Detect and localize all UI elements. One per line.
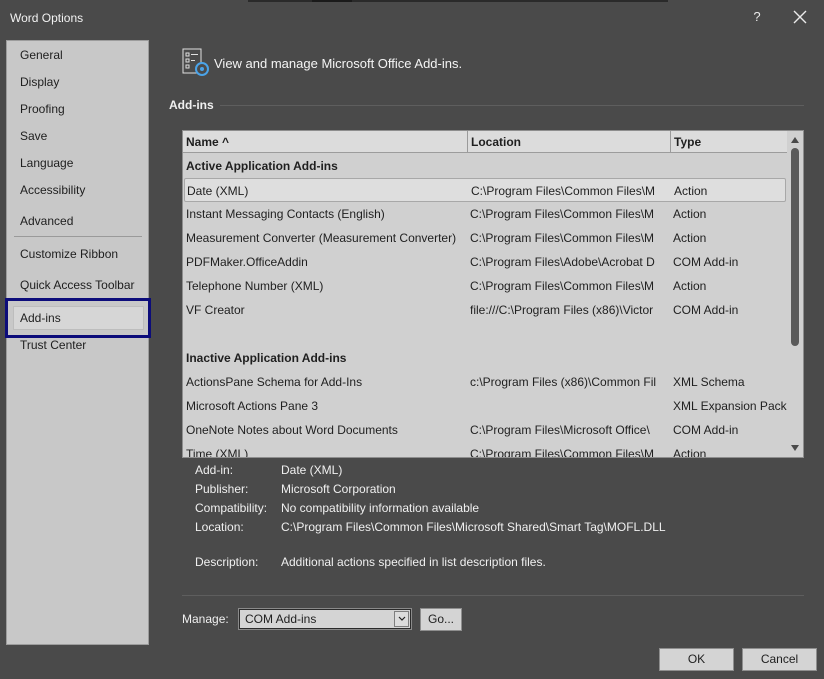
- row-location: C:\Program Files\Microsoft Office\: [470, 423, 650, 437]
- row-name: ActionsPane Schema for Add-Ins: [186, 375, 363, 389]
- sidebar-item-general[interactable]: General: [20, 48, 63, 62]
- row-type: XML Expansion Pack: [673, 399, 787, 413]
- sidebar-divider: [14, 236, 142, 237]
- column-header-location[interactable]: Location: [468, 131, 671, 152]
- sidebar-item-add-ins[interactable]: Add-ins: [20, 311, 61, 325]
- table-row[interactable]: PDFMaker.OfficeAddin C:\Program Files\Ad…: [183, 250, 787, 274]
- sidebar-item-save[interactable]: Save: [20, 129, 47, 143]
- title-bar-edge-dark: [312, 0, 352, 2]
- sidebar-item-proofing[interactable]: Proofing: [20, 102, 65, 116]
- row-name: Date (XML): [187, 184, 249, 198]
- row-type: Action: [673, 447, 707, 458]
- column-header-type[interactable]: Type: [671, 131, 787, 152]
- scroll-down-arrow-icon[interactable]: [791, 445, 799, 451]
- row-name: Time (XML): [186, 447, 249, 458]
- publisher-value: Microsoft Corporation: [281, 482, 396, 496]
- add-ins-list[interactable]: Name ^ Location Type Active Application …: [182, 130, 804, 458]
- row-type: Action: [673, 231, 707, 245]
- row-location: C:\Program Files\Common Files\M: [470, 207, 655, 221]
- manage-divider: [182, 595, 804, 596]
- table-row[interactable]: Instant Messaging Contacts (English) C:\…: [183, 202, 787, 226]
- options-sidebar: General Display Proofing Save Language A…: [5, 40, 151, 645]
- location-label: Location:: [195, 520, 244, 534]
- sidebar-item-quick-access-toolbar[interactable]: Quick Access Toolbar: [20, 278, 135, 292]
- row-type: XML Schema: [673, 375, 745, 389]
- row-type: COM Add-in: [673, 423, 739, 437]
- sidebar-item-advanced[interactable]: Advanced: [20, 214, 73, 228]
- row-location: C:\Program Files\Common Files\M: [471, 184, 656, 198]
- go-button[interactable]: Go...: [420, 608, 462, 631]
- table-row[interactable]: Date (XML) C:\Program Files\Common Files…: [184, 178, 786, 202]
- row-location: C:\Program Files\Common Files\M: [470, 447, 655, 458]
- section-title: Add-ins: [169, 98, 214, 112]
- row-name: Measurement Converter (Measurement Conve…: [186, 231, 457, 245]
- sidebar-item-customize-ribbon[interactable]: Customize Ribbon: [20, 247, 118, 261]
- table-row[interactable]: Measurement Converter (Measurement Conve…: [183, 226, 787, 250]
- compatibility-label: Compatibility:: [195, 501, 268, 515]
- description-value: Additional actions specified in list des…: [281, 555, 546, 569]
- page-heading: View and manage Microsoft Office Add-ins…: [214, 56, 463, 71]
- cancel-button[interactable]: Cancel: [742, 648, 817, 671]
- row-name: PDFMaker.OfficeAddin: [186, 255, 308, 269]
- scroll-up-arrow-icon[interactable]: [791, 137, 799, 143]
- group-heading-inactive: Inactive Application Add-ins: [186, 351, 347, 365]
- row-location: file:///C:\Program Files (x86)\Victor: [470, 303, 654, 317]
- row-location: C:\Program Files\Adobe\Acrobat D: [470, 255, 655, 269]
- row-type: Action: [674, 184, 708, 198]
- dialog-title: Word Options: [10, 11, 84, 25]
- table-row[interactable]: VF Creator file:///C:\Program Files (x86…: [183, 298, 787, 322]
- table-row[interactable]: Telephone Number (XML) C:\Program Files\…: [183, 274, 787, 298]
- section-divider: [220, 105, 804, 106]
- table-row[interactable]: Microsoft Actions Pane 3 XML Expansion P…: [183, 394, 787, 418]
- close-icon: [793, 10, 807, 24]
- sidebar-item-display[interactable]: Display: [20, 75, 59, 89]
- title-bar-edge: [248, 0, 668, 2]
- addin-value: Date (XML): [281, 463, 343, 477]
- column-header-name[interactable]: Name ^: [183, 131, 468, 152]
- scroll-thumb[interactable]: [791, 148, 799, 346]
- publisher-label: Publisher:: [195, 482, 249, 496]
- row-location: c:\Program Files (x86)\Common Fil: [470, 375, 657, 389]
- sidebar-item-accessibility[interactable]: Accessibility: [20, 183, 85, 197]
- table-row[interactable]: OneNote Notes about Word Documents C:\Pr…: [183, 418, 787, 442]
- list-header: Name ^ Location Type: [183, 131, 787, 153]
- row-type: Action: [673, 279, 707, 293]
- row-name: Telephone Number (XML): [186, 279, 324, 293]
- row-name: Microsoft Actions Pane 3: [186, 399, 319, 413]
- addin-label: Add-in:: [195, 463, 234, 477]
- row-type: COM Add-in: [673, 303, 739, 317]
- dropdown-button[interactable]: [394, 611, 409, 627]
- sidebar-item-language[interactable]: Language: [20, 156, 73, 170]
- manage-dropdown[interactable]: COM Add-ins: [238, 608, 412, 630]
- manage-label: Manage:: [182, 612, 229, 626]
- description-label: Description:: [195, 555, 259, 569]
- table-row[interactable]: Time (XML) C:\Program Files\Common Files…: [183, 442, 787, 458]
- row-type: Action: [673, 207, 707, 221]
- help-button[interactable]: ?: [748, 8, 766, 26]
- row-name: OneNote Notes about Word Documents: [186, 423, 398, 437]
- group-heading-active: Active Application Add-ins: [186, 159, 338, 173]
- row-location: C:\Program Files\Common Files\M: [470, 279, 655, 293]
- manage-dropdown-value: COM Add-ins: [245, 612, 317, 626]
- list-scrollbar[interactable]: [787, 131, 803, 457]
- location-value: C:\Program Files\Common Files\Microsoft …: [281, 520, 666, 534]
- compatibility-value: No compatibility information available: [281, 501, 480, 515]
- table-row[interactable]: ActionsPane Schema for Add-Ins c:\Progra…: [183, 370, 787, 394]
- row-name: Instant Messaging Contacts (English): [186, 207, 385, 221]
- row-location: C:\Program Files\Common Files\M: [470, 231, 655, 245]
- add-ins-icon: [181, 48, 211, 78]
- ok-button[interactable]: OK: [659, 648, 734, 671]
- sidebar-item-trust-center[interactable]: Trust Center: [20, 338, 86, 352]
- chevron-down-icon: [398, 616, 406, 621]
- title-bar: Word Options ?: [0, 0, 824, 34]
- word-options-dialog: Word Options ? General Display Proofing …: [0, 0, 824, 679]
- row-name: VF Creator: [186, 303, 245, 317]
- close-button[interactable]: [790, 8, 810, 26]
- row-type: COM Add-in: [673, 255, 739, 269]
